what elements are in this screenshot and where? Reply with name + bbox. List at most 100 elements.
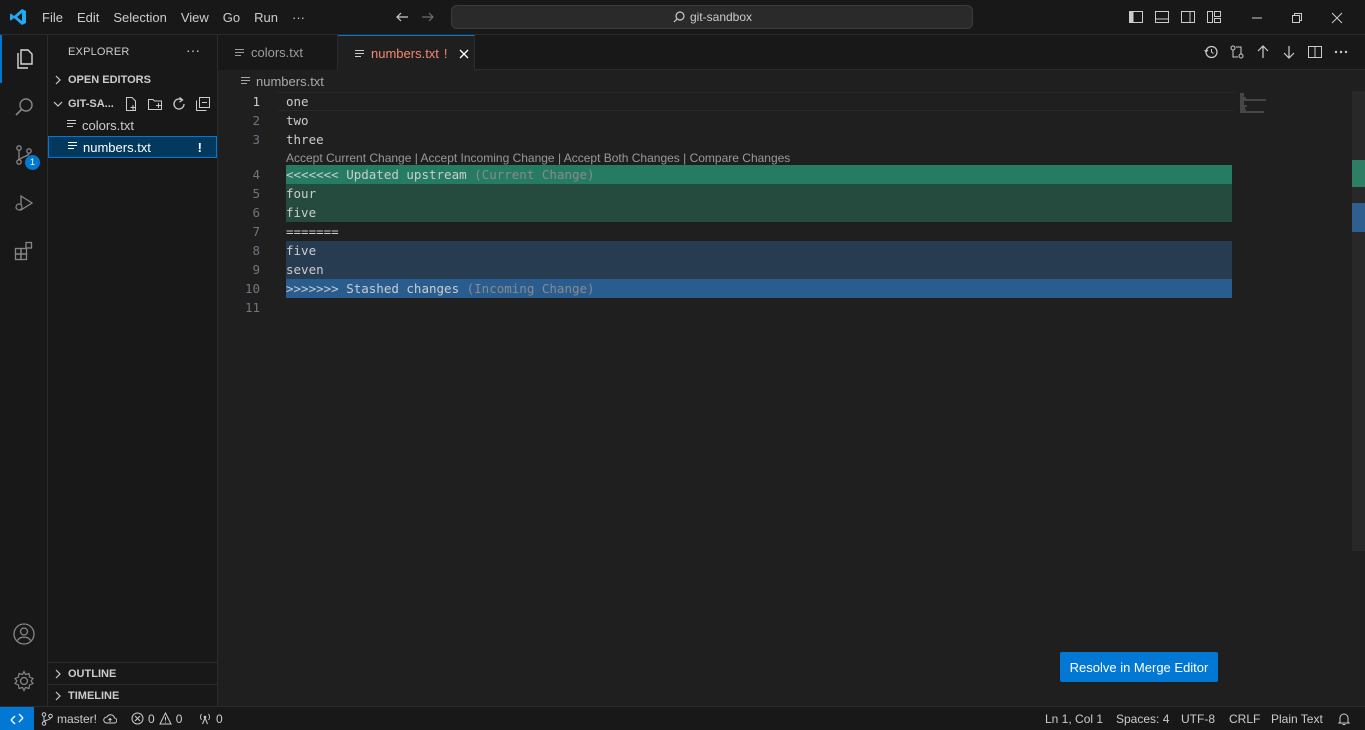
previous-change-icon[interactable]: [1255, 44, 1271, 60]
customize-layout-icon[interactable]: [1206, 9, 1222, 25]
accounts-activity[interactable]: [0, 610, 48, 658]
current-change-overview-marker: [1352, 160, 1365, 187]
incoming-change-line[interactable]: five: [286, 241, 1232, 260]
minimap[interactable]: [1240, 93, 1270, 113]
restore-icon[interactable]: [1277, 0, 1317, 35]
extensions-activity[interactable]: [0, 227, 48, 275]
tab-label: colors.txt: [251, 45, 304, 60]
bell-icon: [1337, 713, 1351, 725]
incoming-change-footer[interactable]: >>>>>>> Stashed changes (Incoming Change…: [286, 279, 1232, 298]
current-change-line[interactable]: five: [286, 203, 1232, 222]
menu-edit[interactable]: Edit: [70, 0, 106, 35]
menu-run[interactable]: Run: [247, 0, 285, 35]
menu-more[interactable]: ···: [285, 0, 312, 35]
search-activity[interactable]: [0, 83, 48, 131]
title-bar: File Edit Selection View Go Run ··· git-…: [0, 0, 1365, 35]
split-editor-icon[interactable]: [1307, 44, 1323, 60]
eol-status[interactable]: CRLF: [1229, 707, 1260, 730]
editor-tab-bar: colors.txt numbers.txt !: [218, 35, 1365, 71]
run-debug-activity[interactable]: [0, 179, 48, 227]
more-actions-icon[interactable]: [1333, 44, 1349, 60]
search-icon: [15, 98, 33, 116]
forward-arrow-icon[interactable]: [420, 9, 436, 25]
close-window-icon[interactable]: [1317, 0, 1357, 35]
chevron-right-icon: [48, 75, 68, 85]
command-center-text: git-sandbox: [689, 10, 753, 24]
timeline-history-icon[interactable]: [1203, 44, 1219, 60]
text-file-icon: [67, 140, 83, 155]
back-arrow-icon[interactable]: [394, 9, 410, 25]
command-center-search[interactable]: git-sandbox: [451, 5, 973, 29]
code-line[interactable]: two: [286, 111, 1232, 130]
tab-numbers[interactable]: numbers.txt !: [338, 35, 475, 71]
line-number: 9: [252, 262, 260, 277]
text-file-icon: [234, 47, 246, 59]
tab-label: numbers.txt: [371, 46, 439, 61]
source-control-activity[interactable]: 1: [0, 131, 48, 179]
file-item-numbers[interactable]: numbers.txt !: [48, 136, 217, 158]
line-number: 3: [252, 132, 260, 147]
minimize-icon[interactable]: [1237, 0, 1277, 35]
new-folder-icon[interactable]: [147, 96, 163, 112]
notifications-status[interactable]: [1337, 707, 1351, 730]
manage-activity[interactable]: [0, 657, 48, 705]
breadcrumb[interactable]: numbers.txt: [218, 71, 324, 91]
toggle-panel-icon[interactable]: [1154, 9, 1170, 25]
line-number: 8: [252, 243, 260, 258]
toggle-primary-sidebar-icon[interactable]: [1128, 9, 1144, 25]
code-line[interactable]: three: [286, 130, 1232, 149]
problems-status[interactable]: 0 0: [131, 707, 182, 730]
branch-name: master!: [57, 711, 98, 726]
line-number: 11: [244, 300, 260, 315]
chevron-down-icon: [48, 99, 68, 109]
timeline-section[interactable]: TIMELINE: [48, 684, 218, 706]
encoding-status[interactable]: UTF-8: [1181, 707, 1215, 730]
line-number: 10: [244, 281, 260, 296]
incoming-change-line[interactable]: seven: [286, 260, 1232, 279]
open-changes-icon[interactable]: [1229, 44, 1245, 60]
ports-status[interactable]: 0: [198, 707, 223, 730]
current-change-header[interactable]: <<<<<<< Updated upstream (Current Change…: [286, 165, 1232, 184]
timeline-label: TIMELINE: [68, 689, 120, 702]
cloud-upload-icon: [103, 713, 117, 723]
close-tab-icon[interactable]: [458, 48, 470, 60]
vscode-logo-icon[interactable]: [9, 8, 27, 26]
open-editors-section[interactable]: OPEN EDITORS: [48, 69, 218, 91]
menu-file[interactable]: File: [35, 0, 70, 35]
incoming-change-overview-marker: [1352, 203, 1365, 232]
collapse-all-icon[interactable]: [195, 96, 211, 112]
menu-bar: File Edit Selection View Go Run ···: [35, 0, 312, 35]
cursor-position[interactable]: Ln 1, Col 1: [1045, 707, 1103, 730]
outline-section[interactable]: OUTLINE: [48, 662, 218, 684]
resolve-in-merge-editor-button[interactable]: Resolve in Merge Editor: [1060, 652, 1218, 682]
workspace-folder-section[interactable]: GIT-SA...: [48, 93, 218, 115]
menu-selection[interactable]: Selection: [106, 0, 173, 35]
tab-colors[interactable]: colors.txt: [218, 35, 338, 70]
toggle-secondary-sidebar-icon[interactable]: [1180, 9, 1196, 25]
explorer-activity[interactable]: [0, 35, 48, 83]
menu-go[interactable]: Go: [216, 0, 247, 35]
workspace-folder-label: GIT-SA...: [68, 98, 114, 110]
account-icon: [13, 623, 35, 645]
refresh-icon[interactable]: [171, 96, 187, 112]
file-item-colors[interactable]: colors.txt: [48, 114, 217, 136]
current-change-line[interactable]: four: [286, 184, 1232, 203]
menu-view[interactable]: View: [174, 0, 216, 35]
open-editors-label: OPEN EDITORS: [68, 74, 151, 86]
indentation-status[interactable]: Spaces: 4: [1116, 707, 1169, 730]
next-change-icon[interactable]: [1281, 44, 1297, 60]
file-name: numbers.txt: [83, 139, 151, 155]
branch-status[interactable]: master!: [41, 707, 97, 730]
code-editor[interactable]: 1 one 2 two 3 three Accept Current Chang…: [218, 91, 1365, 706]
new-file-icon[interactable]: [123, 96, 139, 112]
line-number: 6: [252, 205, 260, 220]
code-line[interactable]: [286, 298, 1232, 317]
explorer-more-actions[interactable]: ···: [186, 42, 200, 58]
language-mode[interactable]: Plain Text: [1271, 707, 1323, 730]
code-line[interactable]: one: [286, 92, 1232, 111]
sync-status[interactable]: [103, 707, 117, 730]
conflict-separator[interactable]: =======: [286, 222, 1232, 241]
merge-conflict-codelens[interactable]: Accept Current Change | Accept Incoming …: [286, 150, 790, 166]
line-number: 4: [252, 167, 260, 182]
remote-indicator[interactable]: [0, 707, 34, 730]
